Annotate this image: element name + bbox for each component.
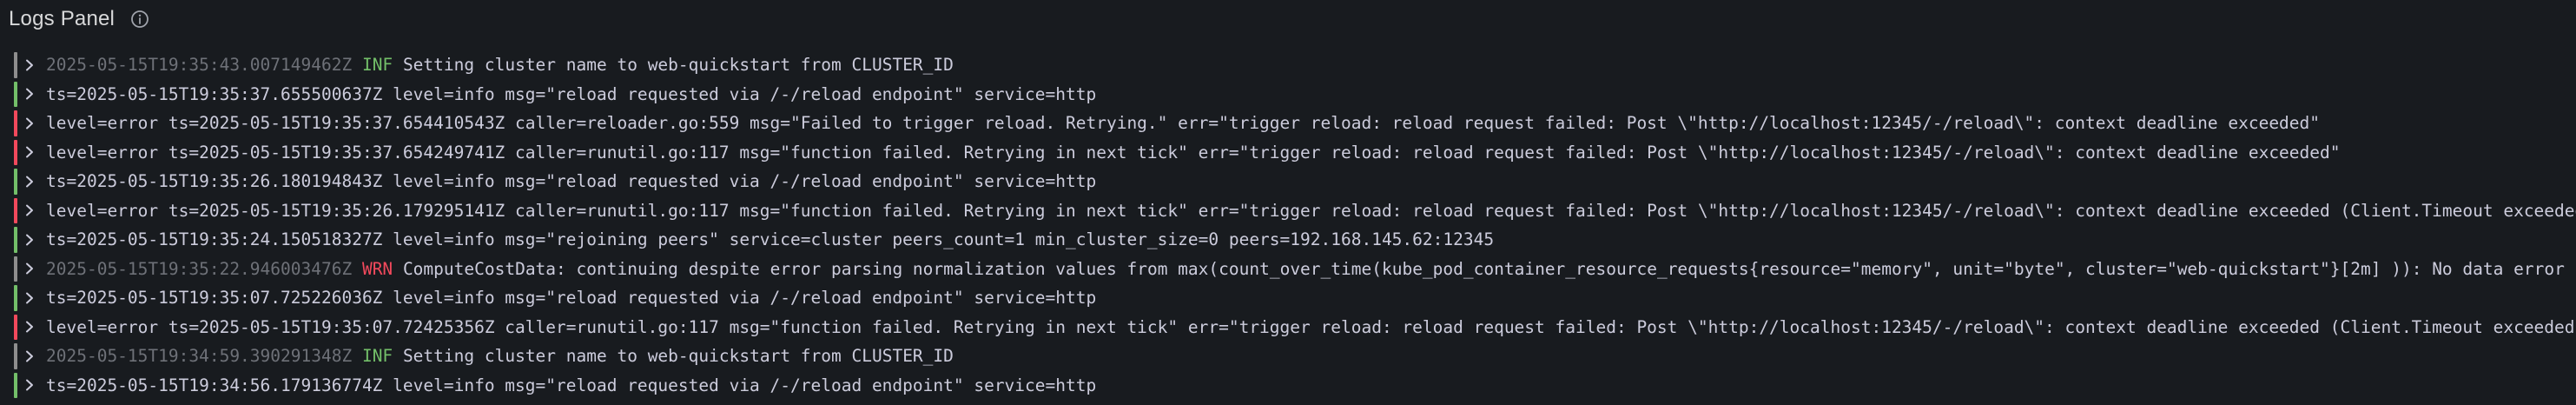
chevron-right-icon[interactable] (23, 58, 36, 72)
log-timestamp: 2025-05-15T19:35:22.946003476Z (46, 258, 353, 279)
log-level-indicator (14, 197, 17, 223)
log-row[interactable]: ts=2025-05-15T19:35:24.150518327Z level=… (14, 225, 2576, 255)
log-message: ComputeCostData: continuing despite erro… (402, 258, 2565, 279)
chevron-right-icon[interactable] (23, 87, 36, 101)
log-message: Setting cluster name to web-quickstart f… (402, 346, 954, 367)
log-line: 2025-05-15T19:34:59.390291348Z INF Setti… (46, 346, 954, 366)
log-level-indicator (14, 52, 17, 78)
log-line: ts=2025-05-15T19:35:37.655500637Z level=… (46, 84, 1096, 104)
log-line: level=error ts=2025-05-15T19:35:37.65441… (46, 113, 2320, 133)
log-message: ts=2025-05-15T19:35:26.180194843Z level=… (46, 171, 1097, 192)
log-level-indicator (14, 285, 17, 311)
chevron-right-icon[interactable] (23, 320, 36, 334)
log-message: level=error ts=2025-05-15T19:35:07.72425… (46, 316, 2575, 337)
chevron-right-icon[interactable] (23, 262, 36, 276)
log-row[interactable]: level=error ts=2025-05-15T19:35:37.65424… (14, 138, 2576, 168)
logs-panel: Logs Panel 2025-05-15T19:35:43.007149462… (0, 0, 2576, 405)
chevron-right-icon[interactable] (23, 175, 36, 189)
chevron-right-icon[interactable] (23, 378, 36, 392)
log-line: ts=2025-05-15T19:34:56.179136774Z level=… (46, 375, 1096, 395)
log-message: ts=2025-05-15T19:35:07.725226036Z level=… (46, 288, 1097, 309)
log-level-indicator (14, 139, 17, 165)
log-level-indicator (14, 343, 17, 369)
log-level-indicator (14, 314, 17, 340)
log-list: 2025-05-15T19:35:43.007149462Z INF Setti… (14, 50, 2576, 400)
chevron-right-icon[interactable] (23, 349, 36, 363)
log-line: ts=2025-05-15T19:35:26.180194843Z level=… (46, 171, 1096, 191)
log-message: Setting cluster name to web-quickstart f… (402, 55, 954, 76)
log-row[interactable]: 2025-05-15T19:35:43.007149462Z INF Setti… (14, 50, 2576, 80)
panel-title: Logs Panel (9, 7, 116, 30)
log-row[interactable]: ts=2025-05-15T19:35:07.725226036Z level=… (14, 283, 2576, 313)
log-message: level=error ts=2025-05-15T19:35:37.65424… (46, 142, 2341, 163)
chevron-right-icon[interactable] (23, 203, 36, 217)
log-timestamp: 2025-05-15T19:34:59.390291348Z (46, 346, 353, 367)
log-level-tag: INF (361, 55, 393, 76)
log-row[interactable]: level=error ts=2025-05-15T19:35:07.72425… (14, 313, 2576, 342)
chevron-right-icon[interactable] (23, 233, 36, 247)
panel-header: Logs Panel (0, 0, 2576, 38)
log-timestamp: 2025-05-15T19:35:43.007149462Z (46, 55, 353, 76)
log-message: level=error ts=2025-05-15T19:35:26.17929… (46, 200, 2576, 221)
log-level-indicator (14, 169, 17, 195)
log-level-tag: WRN (361, 258, 393, 279)
log-row[interactable]: 2025-05-15T19:35:22.946003476Z WRN Compu… (14, 255, 2576, 284)
log-level-indicator (14, 81, 17, 107)
log-message: level=error ts=2025-05-15T19:35:37.65441… (46, 113, 2321, 134)
log-line: level=error ts=2025-05-15T19:35:07.72425… (46, 317, 2575, 337)
log-level-indicator (14, 227, 17, 253)
log-row[interactable]: level=error ts=2025-05-15T19:35:26.17929… (14, 196, 2576, 226)
log-line: level=error ts=2025-05-15T19:35:37.65424… (46, 143, 2341, 163)
chevron-right-icon[interactable] (23, 116, 36, 130)
log-row[interactable]: ts=2025-05-15T19:35:37.655500637Z level=… (14, 80, 2576, 110)
log-row[interactable]: level=error ts=2025-05-15T19:35:37.65441… (14, 109, 2576, 138)
log-row[interactable]: ts=2025-05-15T19:35:26.180194843Z level=… (14, 167, 2576, 196)
log-level-tag: INF (361, 346, 393, 367)
log-line: ts=2025-05-15T19:35:07.725226036Z level=… (46, 288, 1096, 308)
chevron-right-icon[interactable] (23, 145, 36, 159)
info-circle-icon[interactable] (130, 10, 149, 29)
log-line: 2025-05-15T19:35:22.946003476Z WRN Compu… (46, 259, 2565, 279)
log-line: 2025-05-15T19:35:43.007149462Z INF Setti… (46, 55, 954, 75)
log-line: level=error ts=2025-05-15T19:35:26.17929… (46, 201, 2576, 221)
log-row[interactable]: 2025-05-15T19:34:59.390291348Z INF Setti… (14, 342, 2576, 371)
chevron-right-icon[interactable] (23, 291, 36, 305)
log-level-indicator (14, 256, 17, 282)
log-row[interactable]: ts=2025-05-15T19:34:56.179136774Z level=… (14, 371, 2576, 401)
log-line: ts=2025-05-15T19:35:24.150518327Z level=… (46, 229, 1494, 249)
log-message: ts=2025-05-15T19:35:24.150518327Z level=… (46, 229, 1495, 250)
log-level-indicator (14, 110, 17, 136)
log-message: ts=2025-05-15T19:34:56.179136774Z level=… (46, 375, 1097, 395)
log-message: ts=2025-05-15T19:35:37.655500637Z level=… (46, 83, 1097, 104)
log-level-indicator (14, 372, 17, 398)
